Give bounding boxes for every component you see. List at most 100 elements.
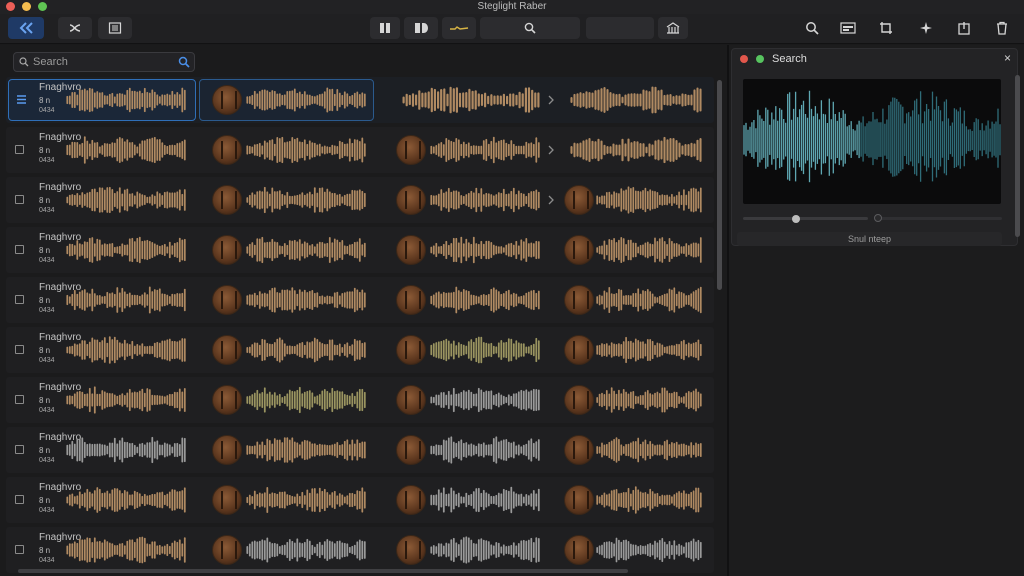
clip-thumbnail <box>396 335 426 365</box>
inspector-button[interactable] <box>836 17 860 39</box>
row-select-checkbox[interactable] <box>15 345 24 354</box>
waveform-display[interactable] <box>743 79 1001 204</box>
clip-thumbnail <box>564 385 594 415</box>
clip-code: 0434 <box>39 407 55 414</box>
trash-button[interactable] <box>990 17 1014 39</box>
row-select-checkbox[interactable] <box>15 545 24 554</box>
preview-close-dot[interactable] <box>740 55 748 63</box>
clip-waveform <box>66 436 186 464</box>
clip-code: 0434 <box>39 207 55 214</box>
volume-slider-track[interactable] <box>880 217 1002 220</box>
row-select-checkbox[interactable] <box>15 445 24 454</box>
row-select-checkbox[interactable] <box>15 245 24 254</box>
clip-row[interactable]: Fnaghvro 8 n 0434 <box>6 427 714 473</box>
row-select-checkbox[interactable] <box>15 145 24 154</box>
search-submit-icon[interactable] <box>178 56 190 68</box>
clip-waveform <box>430 136 540 164</box>
list-icon <box>108 22 122 34</box>
clip-meta: 8 n <box>39 196 51 205</box>
clip-thumbnail <box>396 185 426 215</box>
export-button[interactable] <box>952 17 976 39</box>
close-icon[interactable]: × <box>1004 51 1011 65</box>
toolbar-search-button[interactable] <box>800 17 824 39</box>
clip-row[interactable]: Fnaghvro 8 n 0434 <box>6 227 714 273</box>
clip-thumbnail <box>212 135 242 165</box>
sparkle-button[interactable] <box>914 17 938 39</box>
clip-waveform <box>596 387 702 413</box>
split-view-icon <box>415 23 428 33</box>
preview-scrollbar[interactable] <box>1015 75 1020 237</box>
clip-thumbnail <box>212 285 242 315</box>
clip-code: 0434 <box>39 157 55 164</box>
clip-waveform <box>430 236 540 264</box>
clip-row[interactable]: Fnaghvro 8 n 0434 <box>6 527 714 573</box>
waveform-graph <box>743 90 1001 183</box>
clip-list-scrollbar[interactable] <box>717 80 722 290</box>
search-input[interactable] <box>33 55 173 69</box>
clip-waveform <box>246 337 366 363</box>
clip-waveform <box>596 486 702 514</box>
clip-row[interactable]: Fnaghvro 8 n 0434 <box>6 377 714 423</box>
clip-thumbnail <box>564 235 594 265</box>
split-view-button[interactable] <box>404 17 438 39</box>
crop-icon <box>880 22 892 34</box>
preview-title: Search <box>772 53 807 65</box>
clip-waveform <box>430 436 540 464</box>
clip-waveform <box>66 336 186 364</box>
row-select-checkbox[interactable] <box>15 495 24 504</box>
clip-waveform <box>246 186 366 214</box>
clip-meta: 8 n <box>39 296 51 305</box>
playback-slider-knob[interactable] <box>792 215 800 223</box>
library-icon <box>666 22 680 34</box>
crop-button[interactable] <box>874 17 898 39</box>
clip-row[interactable]: Fnaghvro 8 n 0434 <box>6 177 714 223</box>
search-icon <box>806 22 819 35</box>
preview-panel: Search × Snul nteep <box>729 45 1024 576</box>
clip-thumbnail <box>212 535 242 565</box>
chevron-right-icon <box>548 145 554 155</box>
clip-row[interactable]: Fnaghvro 8 n 0434 <box>6 77 714 123</box>
clip-row[interactable]: Fnaghvro 8 n 0434 <box>6 477 714 523</box>
clip-row[interactable]: Fnaghvro 8 n 0434 <box>6 277 714 323</box>
volume-slider-knob[interactable] <box>874 214 882 222</box>
preview-window: Search × Snul nteep <box>731 48 1018 246</box>
list-view-button[interactable] <box>98 17 132 39</box>
clip-waveform <box>596 437 702 463</box>
clip-code: 0434 <box>39 357 55 364</box>
clip-waveform <box>246 287 366 313</box>
clip-list-horizontal-scrollbar[interactable] <box>18 569 628 573</box>
clip-meta: 8 n <box>39 346 51 355</box>
clip-row[interactable]: Fnaghvro 8 n 0434 <box>6 327 714 373</box>
waveform-indicator-button[interactable] <box>442 17 476 39</box>
window-title: Steglight Raber <box>477 1 547 12</box>
clip-meta: 8 n <box>39 546 51 555</box>
empty-toolbar-slot[interactable] <box>586 17 654 39</box>
columns-view-button[interactable] <box>370 17 400 39</box>
shuffle-button[interactable] <box>58 17 92 39</box>
clip-thumbnail <box>564 285 594 315</box>
clip-thumbnail <box>396 135 426 165</box>
clip-code: 0434 <box>39 557 55 564</box>
clip-row[interactable]: Fnaghvro 8 n 0434 <box>6 127 714 173</box>
preview-zoom-dot[interactable] <box>756 55 764 63</box>
columns-icon <box>380 23 390 33</box>
clip-meta: 8 n <box>39 246 51 255</box>
clip-thumbnail <box>212 435 242 465</box>
clip-waveform <box>596 537 702 563</box>
trash-icon <box>997 21 1007 35</box>
clip-meta: 8 n <box>39 446 51 455</box>
waveform-indicator-icon <box>450 26 469 30</box>
row-select-checkbox[interactable] <box>15 195 24 204</box>
row-select-checkbox[interactable] <box>15 395 24 404</box>
search-icon <box>524 22 536 34</box>
clip-waveform <box>430 387 540 413</box>
playback-slider-track[interactable] <box>743 217 868 220</box>
clip-thumbnail <box>396 285 426 315</box>
clip-thumbnail <box>396 235 426 265</box>
row-select-checkbox[interactable] <box>15 295 24 304</box>
back-button[interactable] <box>8 17 44 39</box>
library-button[interactable] <box>658 17 688 39</box>
search-field-button[interactable] <box>480 17 580 39</box>
clip-waveform <box>66 536 186 564</box>
clip-waveform <box>66 236 186 264</box>
